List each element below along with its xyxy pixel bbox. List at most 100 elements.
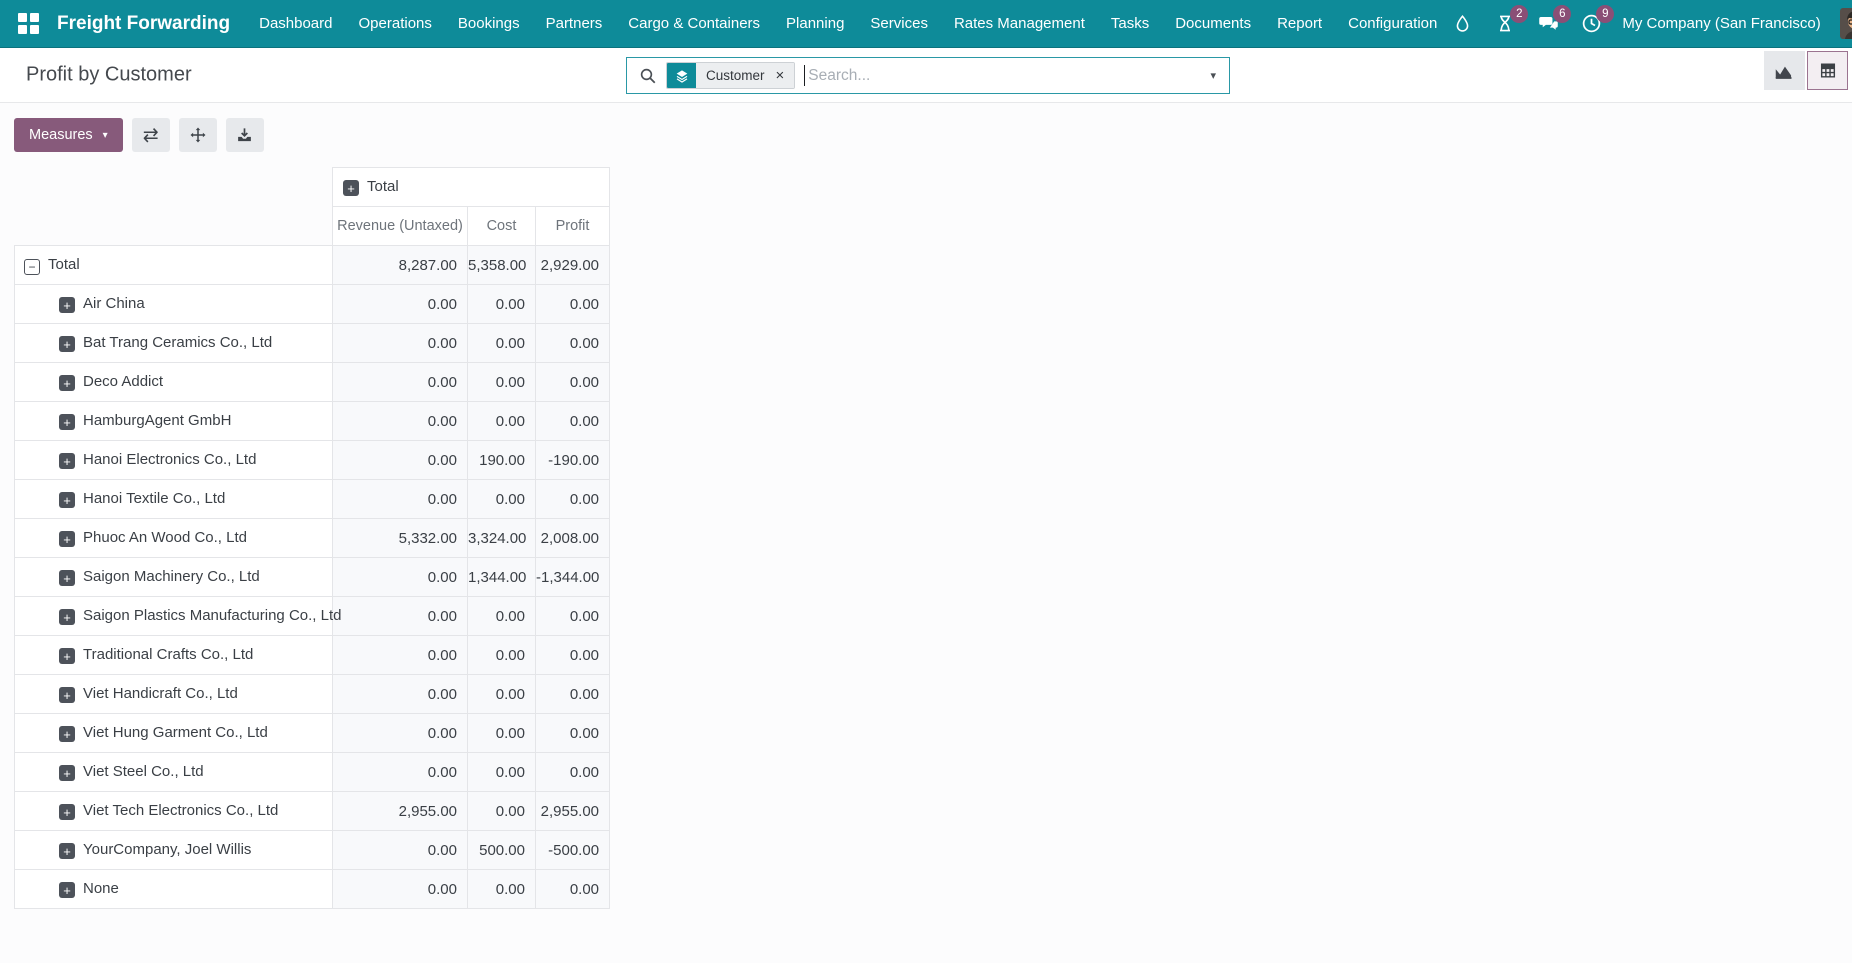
row-label: Hanoi Textile Co., Ltd <box>83 490 225 507</box>
row-header[interactable]: +Viet Steel Co., Ltd <box>15 753 333 792</box>
user-avatar[interactable] <box>1840 8 1852 39</box>
cell-value: 0.00 <box>536 402 610 441</box>
menu-item-documents[interactable]: Documents <box>1162 0 1264 48</box>
expand-row-icon[interactable]: + <box>59 570 75 586</box>
graph-view-button[interactable] <box>1764 51 1805 90</box>
row-header[interactable]: +Traditional Crafts Co., Ltd <box>15 636 333 675</box>
top-navbar: Freight Forwarding DashboardOperationsBo… <box>0 0 1852 48</box>
facet-remove-icon[interactable]: × <box>773 67 795 84</box>
download-xlsx-button[interactable] <box>226 118 264 152</box>
search-input[interactable]: Search... <box>808 67 870 85</box>
cell-value: 0.00 <box>536 363 610 402</box>
table-row: +Viet Hung Garment Co., Ltd0.000.000.00 <box>15 714 610 753</box>
table-row: +None0.000.000.00 <box>15 870 610 909</box>
expand-row-icon[interactable]: + <box>59 609 75 625</box>
cell-value: 0.00 <box>468 480 536 519</box>
timer-clock-icon[interactable]: 9 <box>1579 12 1603 36</box>
expand-row-icon[interactable]: + <box>59 882 75 898</box>
apps-menu-icon[interactable] <box>18 13 39 35</box>
row-header[interactable]: +Viet Hung Garment Co., Ltd <box>15 714 333 753</box>
cell-value: 0.00 <box>468 675 536 714</box>
expand-row-icon[interactable]: + <box>59 648 75 664</box>
menu-item-partners[interactable]: Partners <box>533 0 616 48</box>
row-label: Hanoi Electronics Co., Ltd <box>83 451 256 468</box>
menu-item-dashboard[interactable]: Dashboard <box>246 0 345 48</box>
row-header[interactable]: + Hanoi Textile Co., Ltd <box>15 480 333 519</box>
row-label: Viet Tech Electronics Co., Ltd <box>83 802 278 819</box>
row-header[interactable]: + Hanoi Electronics Co., Ltd <box>15 441 333 480</box>
expand-row-icon[interactable]: + <box>59 804 75 820</box>
menu-item-operations[interactable]: Operations <box>346 0 445 48</box>
row-header[interactable]: +Saigon Plastics Manufacturing Co., Ltd <box>15 597 333 636</box>
messages-icon[interactable]: 6 <box>1536 12 1560 36</box>
row-header[interactable]: +HamburgAgent GmbH <box>15 402 333 441</box>
search-dropdown-caret-icon[interactable]: ▾ <box>1197 69 1229 82</box>
facet-label: Customer <box>696 68 773 83</box>
cell-value: 0.00 <box>468 402 536 441</box>
measure-header-revenue[interactable]: Revenue (Untaxed) <box>333 207 468 246</box>
cell-value: 190.00 <box>468 441 536 480</box>
row-header[interactable]: +YourCompany, Joel Willis <box>15 831 333 870</box>
expand-row-icon[interactable]: + <box>59 687 75 703</box>
measures-button[interactable]: Measures ▾ <box>14 118 123 152</box>
cell-value: 0.00 <box>536 870 610 909</box>
menu-item-configuration[interactable]: Configuration <box>1335 0 1450 48</box>
measure-header-row: Revenue (Untaxed) Cost Profit <box>15 207 610 246</box>
row-header[interactable]: + Viet Tech Electronics Co., Ltd <box>15 792 333 831</box>
expand-row-icon[interactable]: + <box>59 336 75 352</box>
menu-item-bookings[interactable]: Bookings <box>445 0 533 48</box>
cell-value: 8,287.00 <box>333 246 468 285</box>
expand-row-icon[interactable]: + <box>59 765 75 781</box>
table-row: +Saigon Plastics Manufacturing Co., Ltd0… <box>15 597 610 636</box>
expand-row-icon[interactable]: + <box>59 375 75 391</box>
pivot-view-button[interactable] <box>1807 51 1848 90</box>
search-bar[interactable]: Customer × Search... ▾ <box>626 57 1230 94</box>
row-header[interactable]: + Deco Addict <box>15 363 333 402</box>
row-header[interactable]: +Phuoc An Wood Co., Ltd <box>15 519 333 558</box>
table-row: +Viet Steel Co., Ltd0.000.000.00 <box>15 753 610 792</box>
app-brand[interactable]: Freight Forwarding <box>57 13 230 35</box>
expand-row-icon[interactable]: + <box>59 453 75 469</box>
water-drop-icon[interactable] <box>1450 12 1474 36</box>
cell-value: 0.00 <box>468 363 536 402</box>
row-header[interactable]: +None <box>15 870 333 909</box>
expand-row-icon[interactable]: + <box>59 531 75 547</box>
row-header[interactable]: −Total <box>15 246 333 285</box>
measure-header-cost[interactable]: Cost <box>468 207 536 246</box>
expand-column-icon[interactable]: + <box>343 180 359 196</box>
cell-value: 0.00 <box>333 402 468 441</box>
corner-cell <box>15 168 333 207</box>
expand-all-button[interactable] <box>179 118 217 152</box>
column-group-row: +Total <box>15 168 610 207</box>
cell-value: 1,344.00 <box>468 558 536 597</box>
company-switcher[interactable]: My Company (San Francisco) <box>1622 15 1820 32</box>
menu-item-report[interactable]: Report <box>1264 0 1335 48</box>
menu-item-services[interactable]: Services <box>857 0 941 48</box>
row-label: Deco Addict <box>83 373 163 390</box>
control-panel: Profit by Customer Customer × Search... … <box>0 48 1852 103</box>
activities-hourglass-icon[interactable]: 2 <box>1493 12 1517 36</box>
expand-row-icon[interactable]: + <box>59 297 75 313</box>
row-header[interactable]: + Viet Handicraft Co., Ltd <box>15 675 333 714</box>
menu-item-tasks[interactable]: Tasks <box>1098 0 1162 48</box>
cell-value: 0.00 <box>468 324 536 363</box>
row-header[interactable]: +Air China <box>15 285 333 324</box>
expand-row-icon[interactable]: + <box>59 492 75 508</box>
measure-header-profit[interactable]: Profit <box>536 207 610 246</box>
menu-item-planning[interactable]: Planning <box>773 0 857 48</box>
menu-item-cargo-containers[interactable]: Cargo & Containers <box>615 0 773 48</box>
expand-row-icon[interactable]: + <box>59 843 75 859</box>
flip-axis-button[interactable]: ⇄ <box>132 118 170 152</box>
table-row: +Phuoc An Wood Co., Ltd5,332.003,324.002… <box>15 519 610 558</box>
expand-row-icon[interactable]: + <box>59 726 75 742</box>
row-label: Viet Handicraft Co., Ltd <box>83 685 238 702</box>
table-row: +Viet Handicraft Co., Ltd0.000.000.00 <box>15 675 610 714</box>
row-header[interactable]: +Saigon Machinery Co., Ltd <box>15 558 333 597</box>
collapse-row-icon[interactable]: − <box>24 259 40 275</box>
column-group-total[interactable]: +Total <box>333 168 610 207</box>
row-header[interactable]: +Bat Trang Ceramics Co., Ltd <box>15 324 333 363</box>
search-facet-customer[interactable]: Customer × <box>666 62 795 89</box>
row-label: Saigon Plastics Manufacturing Co., Ltd <box>83 607 341 624</box>
menu-item-rates-management[interactable]: Rates Management <box>941 0 1098 48</box>
expand-row-icon[interactable]: + <box>59 414 75 430</box>
